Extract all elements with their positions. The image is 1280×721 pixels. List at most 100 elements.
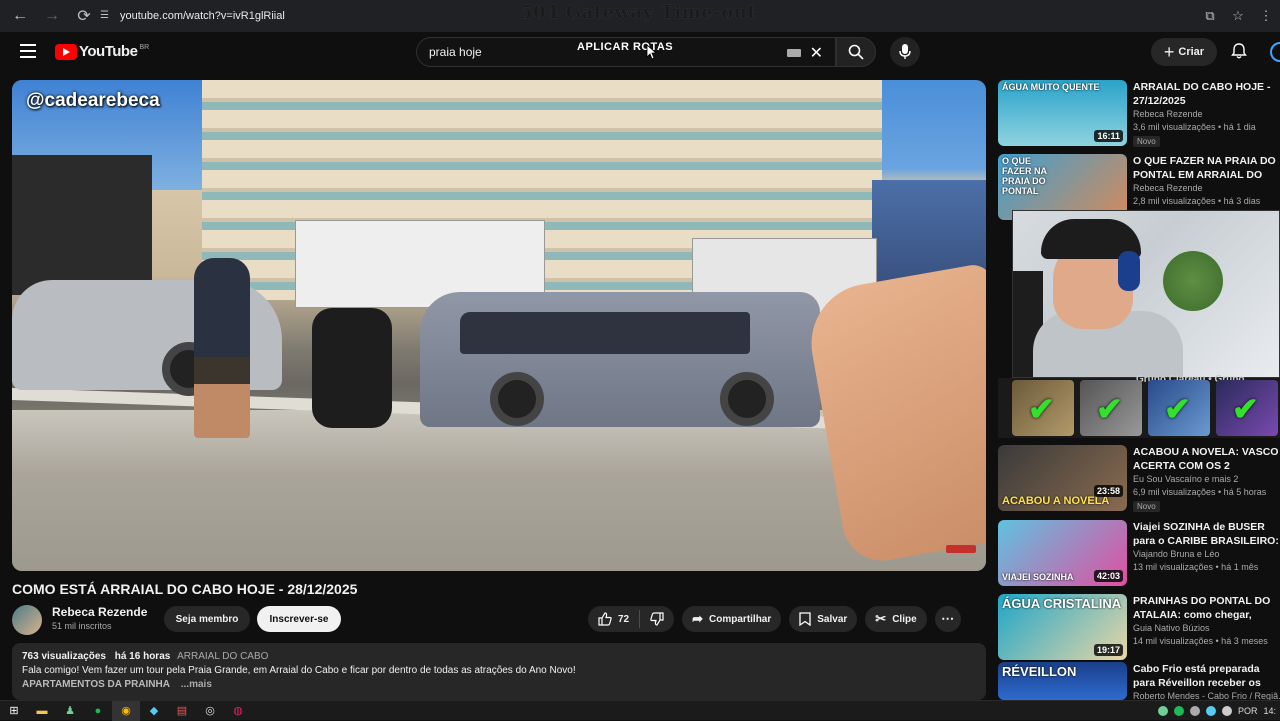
- show-more-link[interactable]: ...mais: [181, 679, 212, 690]
- obs-icon[interactable]: ◎: [196, 701, 224, 721]
- create-label: Criar: [1178, 46, 1205, 58]
- recommendation-item[interactable]: ÁGUA MUITO QUENTE 16:11 ARRAIAL DO CABO …: [998, 80, 1280, 147]
- recommendation-channel[interactable]: Eu Sou Vascaíno e mais 2: [1133, 474, 1238, 484]
- checkmark-icon: ✔: [1028, 391, 1055, 427]
- description-box[interactable]: 763 visualizações há 16 horas ARRAIAL DO…: [12, 643, 986, 700]
- recommendation-title[interactable]: ACABOU A NOVELA: VASCO ACERTA COM OS 2 P…: [1133, 445, 1280, 473]
- app-icon[interactable]: ◆: [140, 701, 168, 721]
- clock[interactable]: 14:: [1263, 706, 1276, 716]
- notifications-bell-icon[interactable]: [1230, 42, 1248, 60]
- recommendation-item[interactable]: RÉVEILLON Cabo Frio está preparada para …: [998, 662, 1280, 700]
- back-icon[interactable]: ←: [8, 4, 32, 28]
- recommendation-item[interactable]: ACABOU A NOVELA 23:58 ACABOU A NOVELA: V…: [998, 445, 1280, 512]
- video-duration: 23:58: [1093, 485, 1123, 497]
- taskbar: ⊞ ▬ ♟ ● ◉ ◆ ▤ ◎ ◍ POR 14:: [0, 700, 1280, 721]
- recommendation-channel[interactable]: Viajando Bruna e Léo: [1133, 549, 1219, 559]
- game-tile: ✔: [1080, 380, 1142, 436]
- search-input[interactable]: praia hoje APLICAR ROTAS ✕: [416, 37, 836, 67]
- recommendation-title[interactable]: Cabo Frio está preparada para Réveillon …: [1133, 662, 1280, 690]
- scissors-icon: ✂: [875, 611, 887, 626]
- join-membership-button[interactable]: Seja membro: [164, 606, 250, 632]
- app-icon[interactable]: ♟: [56, 701, 84, 721]
- tray-icon[interactable]: [1189, 706, 1200, 716]
- recommendation-channel[interactable]: Rebeca Rezende: [1133, 109, 1203, 119]
- thumbs-down-icon: [650, 612, 664, 626]
- like-count: 72: [618, 613, 630, 625]
- recommendation-thumbnail[interactable]: ÁGUA CRISTALINA 19:17: [998, 594, 1127, 660]
- description-next-line: APARTAMENTOS DA PRAINHA: [22, 679, 170, 690]
- clip-button[interactable]: ✂ Clipe: [865, 606, 927, 632]
- menu-icon[interactable]: [20, 44, 36, 58]
- search-value: praia hoje: [429, 45, 482, 59]
- clear-search-icon[interactable]: ✕: [810, 43, 823, 63]
- video-frame-building-left: [12, 155, 152, 295]
- account-avatar[interactable]: [1270, 42, 1280, 62]
- recommendation-thumbnail[interactable]: VIAJEI SOZINHA 42:03: [998, 520, 1127, 586]
- thumbnail-caption: O QUE FAZER NA PRAIA DO PONTAL: [1002, 156, 1047, 196]
- tray-icon[interactable]: [1205, 706, 1216, 716]
- channel-name[interactable]: Rebeca Rezende: [52, 605, 147, 619]
- recommendation-channel[interactable]: Roberto Mendes - Cabo Frio / Regiã...: [1133, 691, 1280, 700]
- dislike-button[interactable]: [640, 606, 674, 632]
- thumbnail-caption: ACABOU A NOVELA: [1002, 495, 1110, 507]
- site-info-icon[interactable]: ☰: [100, 10, 112, 22]
- recommendation-thumbnail[interactable]: RÉVEILLON: [998, 662, 1127, 700]
- save-button[interactable]: Salvar: [789, 606, 858, 632]
- video-duration: 42:03: [1093, 570, 1123, 582]
- recommendation-title[interactable]: ARRAIAL DO CABO HOJE - 27/12/2025: [1133, 80, 1280, 108]
- recommendation-item[interactable]: ÁGUA CRISTALINA 19:17 PRAINHAS DO PONTAL…: [998, 594, 1280, 661]
- like-button[interactable]: 72: [588, 606, 639, 632]
- more-actions-icon[interactable]: ⋯: [934, 606, 961, 632]
- forward-icon[interactable]: →: [40, 4, 64, 28]
- video-title: COMO ESTÁ ARRAIAL DO CABO HOJE - 28/12/2…: [12, 581, 358, 597]
- video-frame-motorcycle: [312, 308, 392, 428]
- recommendation-meta: 3,6 mil visualizações • há 1 dia: [1133, 122, 1256, 132]
- spotify-icon[interactable]: ●: [84, 701, 112, 721]
- file-explorer-icon[interactable]: ▬: [28, 701, 56, 721]
- chrome-icon[interactable]: ◉: [112, 700, 140, 721]
- app-icon[interactable]: ▤: [168, 701, 196, 721]
- bookmark-star-icon[interactable]: ☆: [1224, 8, 1252, 24]
- create-button[interactable]: + Criar: [1151, 38, 1217, 66]
- install-app-icon[interactable]: ⧉: [1196, 8, 1224, 24]
- video-player[interactable]: @cadearebeca: [12, 80, 986, 571]
- channel-watermark: @cadearebeca: [26, 90, 160, 111]
- location-tag[interactable]: ARRAIAL DO CABO: [177, 651, 268, 662]
- search-button[interactable]: [836, 37, 876, 67]
- keyboard-icon[interactable]: [787, 49, 801, 57]
- headset-icon: [1118, 251, 1140, 291]
- voice-search-button[interactable]: [890, 37, 920, 67]
- game-tile: ✔: [1148, 380, 1210, 436]
- tray-icon[interactable]: [1157, 706, 1168, 716]
- youtube-logo[interactable]: YouTube BR: [55, 43, 149, 60]
- recommendation-meta: 13 mil visualizações • há 1 mês: [1133, 562, 1259, 572]
- recommendation-channel[interactable]: Guia Nativo Búzios: [1133, 623, 1210, 633]
- recommendation-channel[interactable]: Rebeca Rezende: [1133, 183, 1203, 193]
- checkmark-icon: ✔: [1096, 391, 1123, 427]
- windows-start-icon[interactable]: ⊞: [0, 701, 28, 721]
- share-button[interactable]: ➦ Compartilhar: [682, 606, 782, 632]
- game-overlay: Grupo Clareau • Grupo ✔ ✔ ✔ ✔: [998, 374, 1280, 438]
- subscribe-button[interactable]: Inscrever-se: [257, 606, 341, 632]
- search-icon: [848, 44, 864, 60]
- player-subscribe-badge[interactable]: [946, 545, 976, 553]
- tray-icon[interactable]: [1221, 706, 1232, 716]
- webcam-overlay: [1012, 210, 1280, 378]
- video-actions: 72 ➦ Compartilhar Salvar ✂ Clipe ⋯: [588, 606, 961, 632]
- language-indicator[interactable]: POR: [1238, 706, 1258, 716]
- recommendation-thumbnail[interactable]: ÁGUA MUITO QUENTE 16:11: [998, 80, 1127, 146]
- channel-avatar[interactable]: [12, 605, 42, 635]
- clip-label: Clipe: [892, 613, 917, 625]
- search-overlay-text: APLICAR ROTAS: [577, 41, 674, 53]
- recommendation-item[interactable]: VIAJEI SOZINHA 42:03 Viajei SOZINHA de B…: [998, 520, 1280, 587]
- app-icon[interactable]: ◍: [224, 701, 252, 721]
- recommendation-title[interactable]: O QUE FAZER NA PRAIA DO PONTAL EM ARRAIA…: [1133, 154, 1280, 182]
- recommendation-thumbnail[interactable]: ACABOU A NOVELA 23:58: [998, 445, 1127, 511]
- tray-icon[interactable]: [1173, 706, 1184, 716]
- recommendation-title[interactable]: PRAINHAS DO PONTAL DO ATALAIA: como cheg…: [1133, 594, 1280, 622]
- video-duration: 16:11: [1094, 130, 1123, 142]
- logo-text: YouTube: [79, 43, 138, 60]
- browser-menu-icon[interactable]: ⋮: [1252, 8, 1280, 24]
- mouse-cursor-icon: [646, 44, 656, 60]
- recommendation-title[interactable]: Viajei SOZINHA de BUSER para o CARIBE BR…: [1133, 520, 1280, 548]
